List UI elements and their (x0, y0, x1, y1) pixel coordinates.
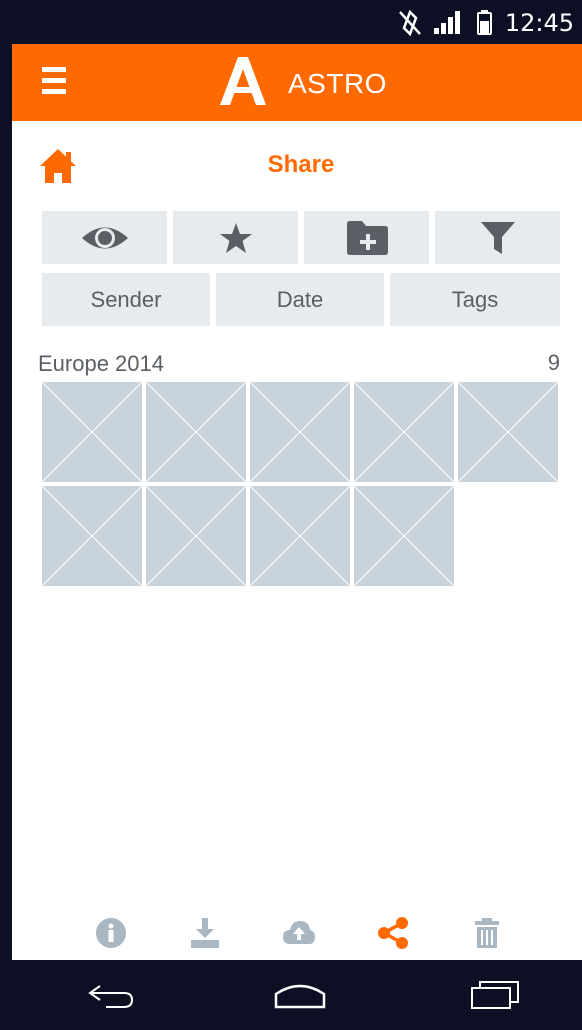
album-title: Europe 2014 (38, 351, 164, 376)
back-icon[interactable] (84, 976, 140, 1016)
photo-thumbnail[interactable] (250, 382, 350, 482)
page-title: Share (267, 151, 335, 178)
hamburger-menu-icon[interactable] (42, 67, 66, 97)
action-bar (12, 908, 582, 958)
status-icons (399, 9, 492, 36)
recents-icon[interactable] (468, 976, 524, 1016)
filter-icon (480, 221, 515, 254)
image-placeholder-icon (42, 382, 142, 482)
signal-icon (434, 11, 460, 34)
sort-date-button[interactable]: Date (216, 273, 384, 326)
add-folder-button[interactable] (304, 211, 429, 264)
navigation-bar (12, 960, 582, 1030)
sort-tags-button[interactable]: Tags (390, 273, 560, 326)
photo-thumbnail[interactable] (354, 382, 454, 482)
image-placeholder-icon (458, 382, 558, 482)
photo-thumbnail[interactable] (354, 486, 454, 586)
app-bar: ASTRO (12, 44, 582, 121)
astro-logo (220, 57, 266, 105)
image-placeholder-icon (354, 486, 454, 586)
clock: 12:45 (504, 9, 574, 37)
phone-screen: 12:45 ASTRO Share Sender Date Tags Europ… (12, 0, 582, 1030)
photo-thumbnail[interactable] (250, 486, 350, 586)
album-count: 9 (547, 350, 560, 375)
sort-sender-button[interactable]: Sender (42, 273, 210, 326)
image-placeholder-icon (250, 486, 350, 586)
upload-cloud-icon[interactable] (282, 916, 316, 950)
eye-icon (81, 227, 128, 248)
filter-button[interactable] (435, 211, 560, 264)
app-title: ASTRO (288, 68, 387, 99)
mute-icon (399, 9, 421, 36)
share-icon[interactable] (376, 916, 410, 950)
info-icon[interactable] (94, 916, 128, 950)
photo-thumbnail[interactable] (146, 486, 246, 586)
photo-thumbnail[interactable] (146, 382, 246, 482)
view-toolbar (42, 211, 560, 264)
image-placeholder-icon (146, 382, 246, 482)
photo-thumbnail[interactable] (458, 382, 558, 482)
add-folder-icon (346, 220, 388, 255)
image-placeholder-icon (146, 486, 246, 586)
download-icon[interactable] (188, 916, 222, 950)
photo-thumbnail[interactable] (42, 382, 142, 482)
star-icon (219, 222, 252, 253)
status-bar: 12:45 (12, 0, 582, 44)
image-placeholder-icon (42, 486, 142, 586)
favorites-button[interactable] (173, 211, 298, 264)
image-placeholder-icon (250, 382, 350, 482)
battery-icon (477, 10, 492, 35)
image-placeholder-icon (354, 382, 454, 482)
photo-thumbnail[interactable] (42, 486, 142, 586)
view-button[interactable] (42, 211, 167, 264)
sort-toolbar: Sender Date Tags (42, 273, 560, 326)
home-nav-icon[interactable] (270, 976, 330, 1016)
trash-icon[interactable] (470, 916, 504, 950)
